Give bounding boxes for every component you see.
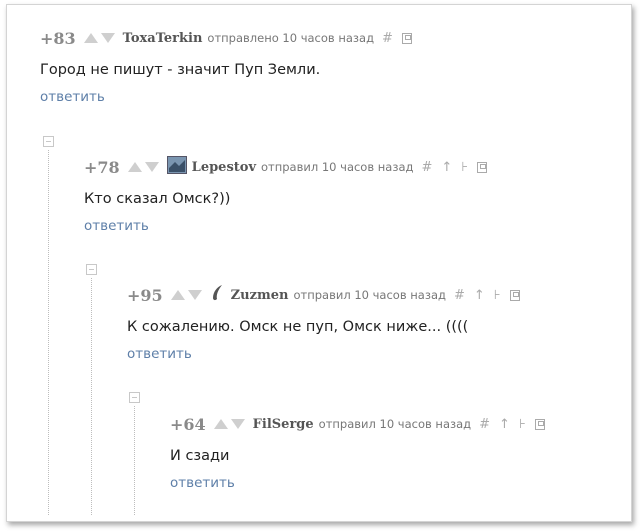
comment-3: +95 Zuzmen отправил 10 часов назад # ↑ ⊦…	[127, 284, 529, 362]
comment-timestamp: отправил 10 часов назад	[318, 417, 472, 431]
vote-up-icon[interactable]	[170, 290, 185, 300]
vote-controls	[127, 162, 159, 172]
reply-link[interactable]: ответить	[84, 218, 496, 234]
comment-header: +64 FilSerge отправил 10 часов назад # ↑…	[170, 413, 554, 435]
permalink-icon[interactable]: #	[421, 160, 432, 175]
collapse-icon[interactable]	[129, 392, 140, 403]
thread-line	[134, 406, 135, 515]
comment-rating: +83	[40, 28, 76, 48]
avatar	[166, 156, 187, 178]
comment-tools: # ↑ ⊦	[454, 288, 529, 303]
vote-down-icon[interactable]	[100, 33, 115, 43]
permalink-icon[interactable]: #	[382, 31, 393, 46]
collapse-icon[interactable]	[43, 136, 54, 147]
save-icon[interactable]	[509, 289, 520, 301]
avatar	[210, 284, 226, 306]
save-icon[interactable]	[534, 418, 545, 430]
comment-tools: #	[382, 31, 421, 46]
permalink-icon[interactable]: #	[479, 417, 490, 432]
comment-4: +64 FilSerge отправил 10 часов назад # ↑…	[170, 413, 554, 491]
comment-timestamp: отправил 10 часов назад	[261, 160, 414, 174]
comment-rating: +78	[84, 157, 120, 177]
comment-author[interactable]: FilSerge	[253, 417, 314, 432]
reply-link[interactable]: ответить	[170, 475, 554, 491]
reply-link[interactable]: ответить	[40, 89, 421, 105]
vote-down-icon[interactable]	[187, 290, 202, 300]
comment-tools: # ↑ ⊦	[421, 160, 496, 175]
comment-header: +78 Lepestov отправил 10 часов назад # ↑…	[84, 156, 496, 178]
comment-timestamp: отправил 10 часов назад	[293, 288, 446, 302]
thread-icon[interactable]: ⊦	[461, 160, 468, 175]
comment-rating: +64	[170, 414, 206, 434]
comment-text: Город не пишут - значит Пуп Земли.	[40, 62, 321, 78]
comment-author[interactable]: Zuzmen	[231, 288, 289, 303]
comment-tools: # ↑ ⊦	[479, 417, 554, 432]
thread-line	[91, 278, 92, 515]
vote-up-icon[interactable]	[83, 33, 98, 43]
save-icon[interactable]	[401, 32, 412, 44]
comment-rating: +95	[127, 285, 163, 305]
comment-header: +83 ToxaTerkin отправлено 10 часов назад…	[40, 27, 421, 49]
thread-icon[interactable]: ⊦	[519, 417, 526, 432]
parent-comment-icon[interactable]: ↑	[499, 417, 510, 432]
collapse-icon[interactable]	[86, 264, 97, 275]
vote-down-icon[interactable]	[144, 162, 159, 172]
vote-controls	[213, 419, 245, 429]
comment-text: Кто сказал Омск?))	[84, 191, 231, 207]
comment-2: +78 Lepestov отправил 10 часов назад # ↑…	[84, 156, 496, 234]
vote-down-icon[interactable]	[230, 419, 245, 429]
comment-author[interactable]: ToxaTerkin	[123, 31, 203, 46]
parent-comment-icon[interactable]: ↑	[474, 288, 485, 303]
comment-timestamp: отправлено 10 часов назад	[207, 31, 375, 45]
vote-controls	[170, 290, 202, 300]
comment-header: +95 Zuzmen отправил 10 часов назад # ↑ ⊦	[127, 284, 529, 306]
comment-text: К сожалению. Омск не пуп, Омск ниже... (…	[127, 319, 469, 335]
vote-up-icon[interactable]	[213, 419, 228, 429]
parent-comment-icon[interactable]: ↑	[441, 160, 452, 175]
reply-link[interactable]: ответить	[127, 346, 529, 362]
vote-controls	[83, 33, 115, 43]
thread-line	[48, 150, 49, 515]
comment-1: +83 ToxaTerkin отправлено 10 часов назад…	[40, 27, 421, 105]
comment-author[interactable]: Lepestov	[192, 160, 256, 175]
save-icon[interactable]	[477, 161, 488, 173]
comment-text: И сзади	[170, 448, 230, 464]
permalink-icon[interactable]: #	[454, 288, 465, 303]
thread-icon[interactable]: ⊦	[494, 288, 501, 303]
vote-up-icon[interactable]	[127, 162, 142, 172]
